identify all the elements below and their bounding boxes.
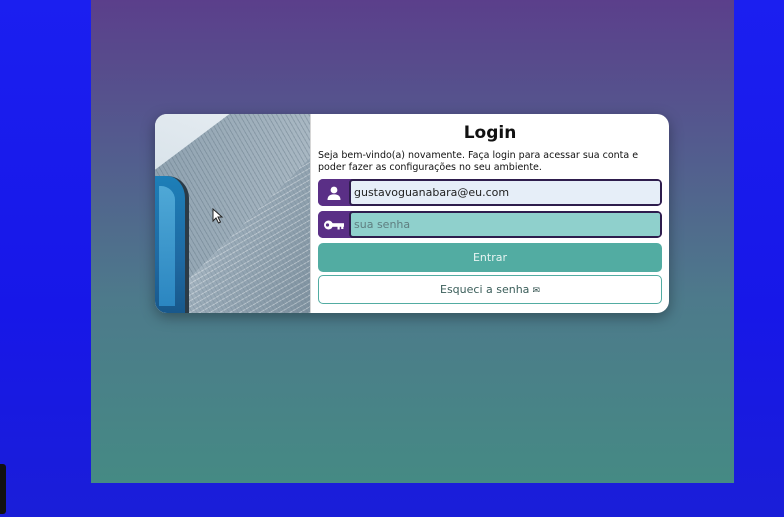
forgot-password-button[interactable]: Esqueci a senha ✉ bbox=[318, 275, 662, 304]
login-card: Login Seja bem-vindo(a) novamente. Faça … bbox=[155, 114, 669, 313]
email-field[interactable] bbox=[349, 179, 662, 206]
password-field[interactable] bbox=[349, 211, 662, 238]
envelope-icon: ✉ bbox=[532, 286, 540, 296]
building-glass bbox=[155, 176, 189, 313]
login-title: Login bbox=[463, 123, 517, 143]
mouse-cursor-icon bbox=[212, 208, 224, 224]
password-input-group bbox=[318, 211, 662, 238]
login-form: Login Seja bem-vindo(a) novamente. Faça … bbox=[310, 114, 669, 313]
building-photo bbox=[155, 114, 310, 313]
taskbar-edge bbox=[0, 464, 6, 514]
key-icon bbox=[318, 211, 349, 238]
email-input-group bbox=[318, 179, 662, 206]
user-icon bbox=[318, 179, 349, 206]
forgot-password-label: Esqueci a senha bbox=[440, 283, 530, 296]
login-button[interactable]: Entrar bbox=[318, 243, 662, 272]
login-subtitle: Seja bem-vindo(a) novamente. Faça login … bbox=[318, 150, 639, 173]
